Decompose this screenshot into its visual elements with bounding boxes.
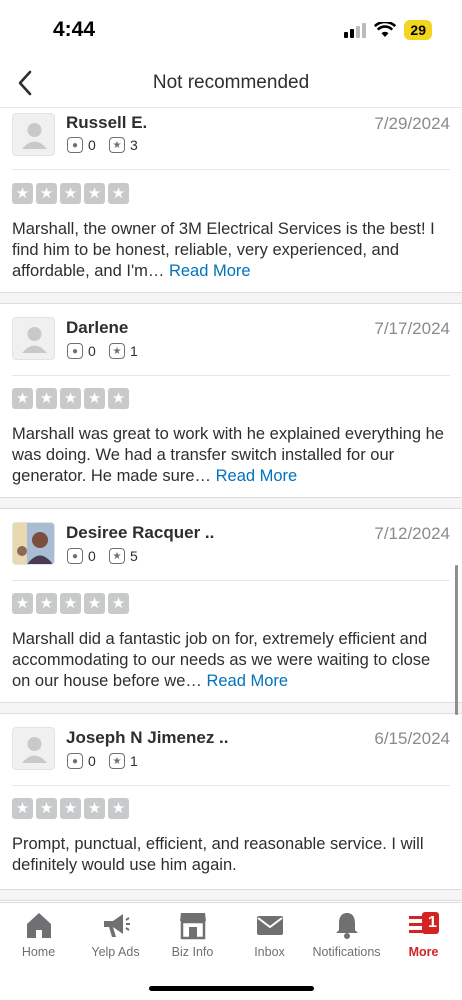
- star-icon: ★: [36, 388, 57, 409]
- status-icons: 29: [344, 20, 432, 40]
- review-text: Marshall did a fantastic job on for, ext…: [12, 630, 431, 690]
- bell-icon: [335, 913, 358, 939]
- star-icon: ★: [84, 183, 105, 204]
- avatar[interactable]: [12, 317, 55, 360]
- tab-home[interactable]: Home: [0, 909, 77, 959]
- reviewer-name[interactable]: Darlene: [66, 318, 128, 338]
- divider: [12, 375, 450, 376]
- review-text: Marshall, the owner of 3M Electrical Ser…: [12, 220, 435, 280]
- separator: [0, 702, 462, 714]
- battery-indicator: 29: [404, 20, 432, 40]
- review-date: 6/15/2024: [374, 729, 450, 748]
- separator: [0, 889, 462, 901]
- home-icon: [26, 913, 51, 938]
- star-icon: ★: [36, 798, 57, 819]
- reviewer-name[interactable]: Joseph N Jimenez ..: [66, 728, 229, 748]
- reviewer-name[interactable]: Russell E.: [66, 113, 147, 133]
- review-card: Russell E. 7/29/2024 ● 0 ★ 3 ★ ★ ★ ★ ★ Marshal…: [0, 109, 462, 292]
- reviewer-name[interactable]: Desiree Racquer ..: [66, 523, 214, 543]
- nav-bar: Not recommended: [0, 60, 462, 108]
- review-card: Darlene 7/17/2024 ● 0 ★ 1 ★ ★ ★ ★ ★ Marshall w…: [0, 304, 462, 497]
- star-icon: ★: [60, 798, 81, 819]
- read-more-link[interactable]: Read More: [169, 262, 251, 280]
- wifi-icon: [374, 22, 397, 37]
- review-count: ★ 1: [109, 753, 138, 769]
- friends-icon: ●: [67, 753, 83, 769]
- review-count: ★ 3: [109, 137, 138, 153]
- review-date: 7/17/2024: [374, 319, 450, 338]
- tab-inbox[interactable]: Inbox: [231, 909, 308, 959]
- tab-notifications[interactable]: Notifications: [308, 909, 385, 959]
- review-card: Desiree Racquer .. 7/12/2024 ● 0 ★ 5 ★ ★ ★ ★ ★…: [0, 509, 462, 702]
- avatar[interactable]: [12, 113, 55, 156]
- default-avatar-icon: [22, 737, 47, 763]
- tab-biz-info[interactable]: Biz Info: [154, 909, 231, 959]
- envelope-icon: [256, 916, 283, 935]
- default-avatar-icon: [22, 327, 47, 353]
- star-icon: ★: [12, 593, 33, 614]
- friends-icon: ●: [67, 137, 83, 153]
- friends-icon: ●: [67, 548, 83, 564]
- divider: [12, 785, 450, 786]
- star-icon: ★: [12, 388, 33, 409]
- review-text: Prompt, punctual, efficient, and reasona…: [12, 835, 424, 874]
- separator: [0, 292, 462, 304]
- separator: [0, 497, 462, 509]
- divider: [12, 580, 450, 581]
- tab-more[interactable]: 1 More: [385, 909, 462, 959]
- star-icon: ★: [108, 593, 129, 614]
- review-count: ★ 1: [109, 343, 138, 359]
- star-icon: ★: [36, 593, 57, 614]
- read-more-link[interactable]: Read More: [206, 672, 288, 690]
- friends-count: ● 0: [67, 137, 96, 153]
- review-text: Marshall was great to work with he expla…: [12, 425, 444, 485]
- friends-count: ● 0: [67, 343, 96, 359]
- default-avatar-icon: [22, 123, 47, 149]
- page-title: Not recommended: [152, 72, 310, 93]
- star-icon: ★: [60, 183, 81, 204]
- review-date: 7/29/2024: [374, 114, 450, 133]
- read-more-link[interactable]: Read More: [216, 467, 298, 485]
- status-bar: 4:44 29: [0, 0, 462, 60]
- star-icon: ★: [60, 388, 81, 409]
- review-card: Joseph N Jimenez .. 6/15/2024 ● 0 ★ 1 ★ ★ ★ ★…: [0, 714, 462, 889]
- user-photo: [13, 523, 54, 564]
- star-icon: ★: [84, 388, 105, 409]
- star-icon: ★: [84, 593, 105, 614]
- scrollbar[interactable]: [455, 565, 458, 715]
- star-icon: ★: [12, 183, 33, 204]
- star-outline-icon: ★: [109, 137, 125, 153]
- friends-icon: ●: [67, 343, 83, 359]
- star-icon: ★: [108, 183, 129, 204]
- storefront-icon: [179, 913, 206, 940]
- star-outline-icon: ★: [109, 753, 125, 769]
- megaphone-icon: [103, 914, 130, 937]
- star-rating: ★ ★ ★ ★ ★: [12, 593, 129, 614]
- divider: [12, 169, 450, 170]
- avatar[interactable]: [12, 727, 55, 770]
- star-icon: ★: [60, 593, 81, 614]
- star-rating: ★ ★ ★ ★ ★: [12, 388, 129, 409]
- star-icon: ★: [108, 798, 129, 819]
- star-icon: ★: [36, 183, 57, 204]
- star-icon: ★: [12, 798, 33, 819]
- friends-count: ● 0: [67, 753, 96, 769]
- friends-count: ● 0: [67, 548, 96, 564]
- star-icon: ★: [84, 798, 105, 819]
- review-count: ★ 5: [109, 548, 138, 564]
- review-date: 7/12/2024: [374, 524, 450, 543]
- review-list[interactable]: Russell E. 7/29/2024 ● 0 ★ 3 ★ ★ ★ ★ ★ Marshal…: [0, 109, 462, 902]
- star-outline-icon: ★: [109, 343, 125, 359]
- home-indicator: [149, 986, 314, 991]
- star-icon: ★: [108, 388, 129, 409]
- tab-yelp-ads[interactable]: Yelp Ads: [77, 909, 154, 959]
- star-rating: ★ ★ ★ ★ ★: [12, 183, 129, 204]
- star-outline-icon: ★: [109, 548, 125, 564]
- notification-badge: 1: [428, 914, 437, 931]
- status-time: 4:44: [53, 18, 96, 41]
- avatar[interactable]: [12, 522, 55, 565]
- star-rating: ★ ★ ★ ★ ★: [12, 798, 129, 819]
- signal-icon: [344, 22, 367, 38]
